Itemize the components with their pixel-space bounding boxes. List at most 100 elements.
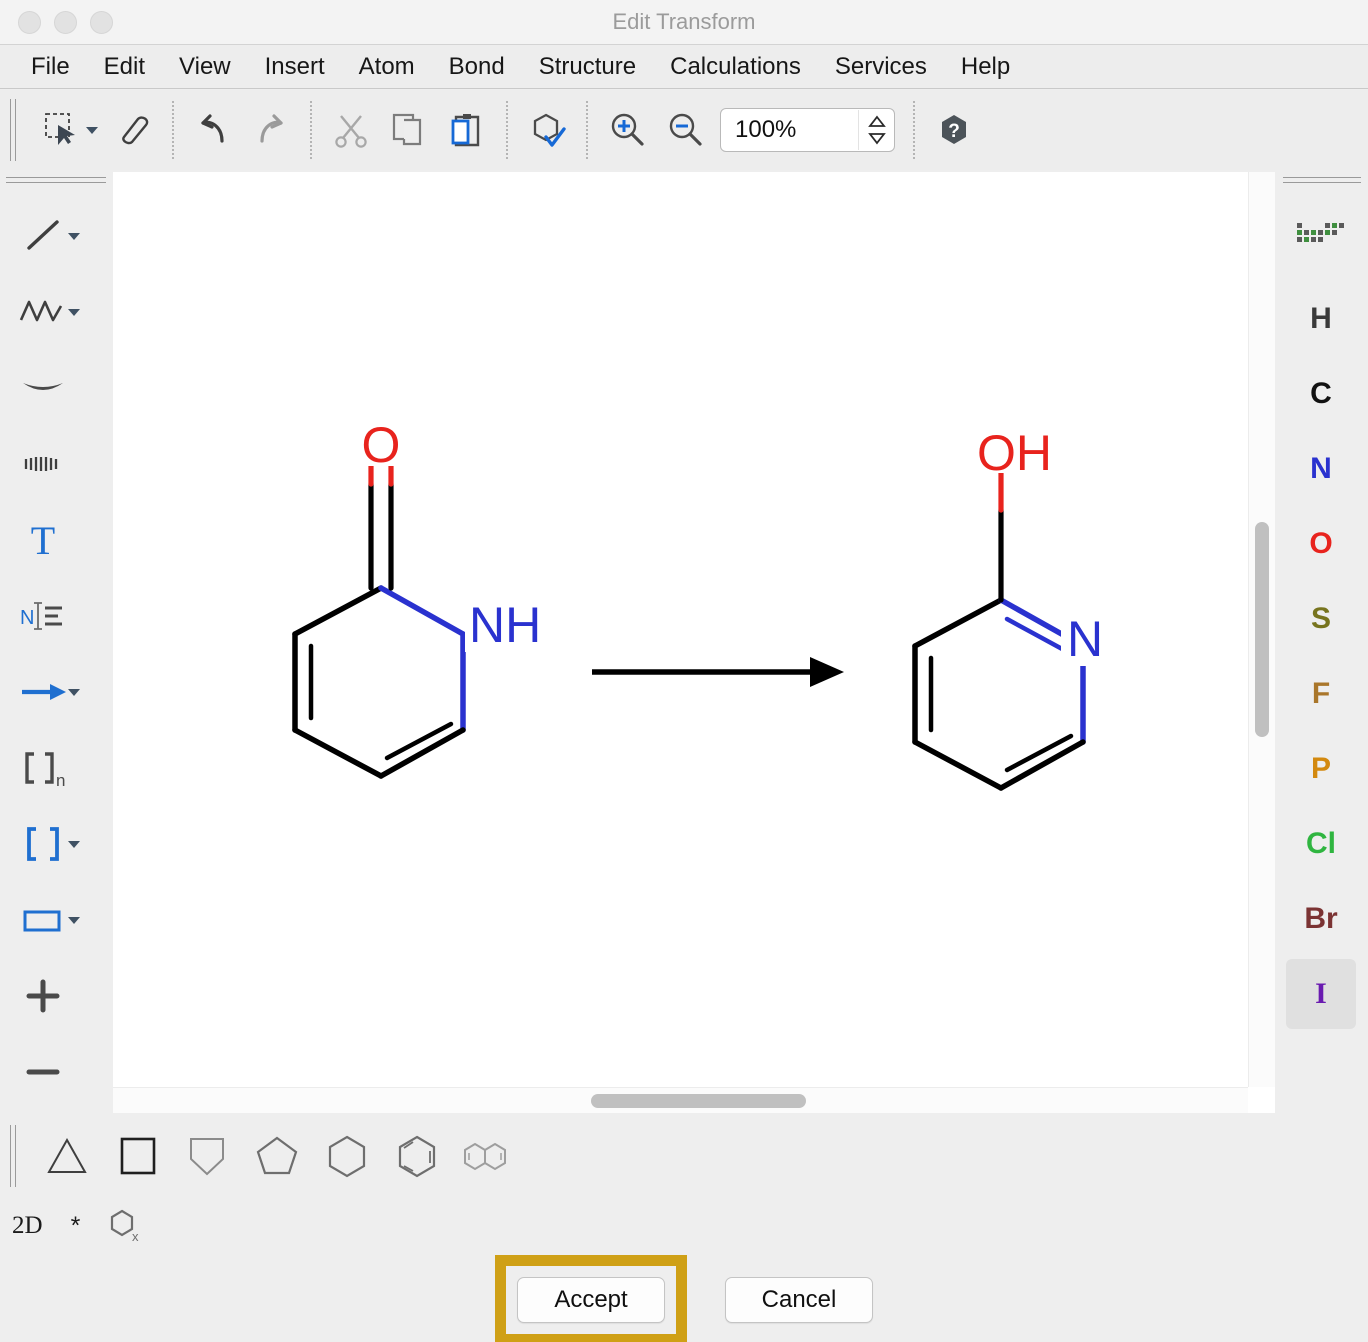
cyclopentadiene-ring-icon (179, 1130, 235, 1182)
atom-label-tool[interactable]: N (14, 595, 72, 637)
chain-tool[interactable] (14, 292, 72, 332)
product-structure-2-hydroxypyridine: OH N (915, 425, 1117, 788)
zoom-out-button[interactable] (656, 101, 714, 159)
element-palette-drag-grip[interactable] (1283, 175, 1361, 185)
toolbar-drag-grip[interactable] (8, 99, 20, 161)
element-br[interactable]: Br (1286, 884, 1356, 954)
reaction-arrow-dropdown-icon[interactable] (68, 689, 80, 696)
left-palette-drag-grip[interactable] (6, 175, 106, 185)
status-bar: 2D * x (0, 1195, 1368, 1257)
toolbar-separator-3 (506, 101, 508, 159)
selection-tool-dropdown-icon[interactable] (86, 127, 98, 134)
cut-button[interactable] (322, 101, 380, 159)
hexagon-ring-icon (319, 1130, 375, 1182)
reaction-arrow-tool[interactable] (14, 676, 72, 708)
vertical-scrollbar-thumb[interactable] (1255, 522, 1269, 737)
zoom-stepper[interactable] (858, 110, 894, 150)
ring-cyclohexane[interactable] (312, 1125, 382, 1187)
element-o[interactable]: O (1286, 509, 1356, 579)
zoom-in-button[interactable] (598, 101, 656, 159)
cancel-button[interactable]: Cancel (725, 1277, 873, 1323)
svg-text:x: x (132, 1229, 139, 1244)
canvas-horizontal-scrollbar[interactable] (113, 1087, 1248, 1113)
accept-button-highlight: Accept (495, 1255, 687, 1342)
menu-atom[interactable]: Atom (342, 46, 432, 88)
rectangle-tool[interactable] (14, 902, 72, 938)
edit-transform-window: Edit Transform File Edit View Insert Ato… (0, 0, 1368, 1342)
element-h[interactable]: H (1286, 284, 1356, 354)
element-s[interactable]: S (1286, 584, 1356, 654)
ring-naphthalene[interactable] (452, 1125, 522, 1187)
menu-edit[interactable]: Edit (87, 46, 162, 88)
ring-cyclopentane[interactable] (242, 1125, 312, 1187)
menu-services[interactable]: Services (818, 46, 944, 88)
zoom-field[interactable]: 100% (720, 108, 895, 152)
brackets-dropdown-icon[interactable] (68, 841, 80, 848)
paste-button[interactable] (438, 101, 496, 159)
hashed-bond-tool[interactable] (14, 451, 72, 477)
reaction-arrow (592, 657, 844, 687)
brackets-tool[interactable] (14, 820, 72, 868)
ring-cyclobutane[interactable] (102, 1125, 172, 1187)
naphthalene-ring-icon (455, 1130, 519, 1182)
status-modified-marker: * (71, 1212, 81, 1241)
increase-charge-tool[interactable] (14, 973, 72, 1019)
menu-structure[interactable]: Structure (522, 46, 653, 88)
menu-view[interactable]: View (162, 46, 248, 88)
element-f[interactable]: F (1286, 659, 1356, 729)
element-n[interactable]: N (1286, 434, 1356, 504)
toolbar-separator-1 (172, 101, 174, 159)
single-bond-tool[interactable] (14, 212, 72, 260)
reactant-label-o: O (362, 417, 401, 473)
element-i[interactable]: I (1286, 959, 1356, 1029)
wedge-bond-tool[interactable] (14, 371, 72, 405)
triangle-ring-icon (39, 1130, 95, 1182)
product-label-n: N (1067, 611, 1103, 667)
accept-button[interactable]: Accept (517, 1277, 665, 1323)
dialog-button-row: Accept Cancel (0, 1257, 1368, 1342)
copy-button[interactable] (380, 101, 438, 159)
periodic-table-button[interactable] (1286, 202, 1356, 272)
menu-insert[interactable]: Insert (248, 46, 342, 88)
menu-help[interactable]: Help (944, 46, 1027, 88)
repeating-unit-tool[interactable]: n (14, 744, 72, 792)
left-tool-palette: T N (0, 170, 113, 1115)
status-dimension-mode: 2D (12, 1212, 43, 1240)
periodic-table-icon (1293, 219, 1349, 255)
redo-button[interactable] (242, 101, 300, 159)
structure-check-button[interactable] (518, 101, 576, 159)
reaction-drawing: O NH (113, 172, 1248, 1087)
menu-bond[interactable]: Bond (432, 46, 522, 88)
menu-file[interactable]: File (14, 46, 87, 88)
text-tool[interactable]: T (14, 516, 72, 564)
help-button[interactable]: ? (925, 101, 983, 159)
reactant-label-nh: NH (469, 597, 541, 653)
rectangle-dropdown-icon[interactable] (68, 917, 80, 924)
structure-canvas-area: O NH (113, 172, 1275, 1113)
svg-text:T: T (31, 518, 55, 563)
no-structure-icon[interactable]: x (108, 1207, 144, 1245)
toolbar-separator-5 (913, 101, 915, 159)
horizontal-scrollbar-thumb[interactable] (591, 1094, 806, 1108)
selection-tool[interactable] (32, 101, 90, 159)
structure-canvas[interactable]: O NH (113, 172, 1248, 1087)
element-p[interactable]: P (1286, 734, 1356, 804)
main-toolbar: 100% ? (0, 90, 1368, 170)
title-bar: Edit Transform (0, 0, 1368, 45)
element-cl[interactable]: Cl (1286, 809, 1356, 879)
element-c[interactable]: C (1286, 359, 1356, 429)
ring-bar-drag-grip[interactable] (8, 1125, 20, 1187)
single-bond-dropdown-icon[interactable] (68, 233, 80, 240)
canvas-vertical-scrollbar[interactable] (1248, 172, 1275, 1087)
eraser-tool[interactable] (104, 101, 162, 159)
undo-button[interactable] (184, 101, 242, 159)
ring-benzene[interactable] (382, 1125, 452, 1187)
ring-cyclopropane[interactable] (32, 1125, 102, 1187)
chain-dropdown-icon[interactable] (68, 309, 80, 316)
menu-calculations[interactable]: Calculations (653, 46, 818, 88)
decrease-charge-tool[interactable] (14, 1049, 72, 1095)
product-label-oh: OH (977, 425, 1052, 481)
reactant-structure-2-pyridone: O NH (295, 417, 555, 776)
ring-cyclopentadiene[interactable] (172, 1125, 242, 1187)
zoom-input[interactable]: 100% (721, 116, 858, 144)
